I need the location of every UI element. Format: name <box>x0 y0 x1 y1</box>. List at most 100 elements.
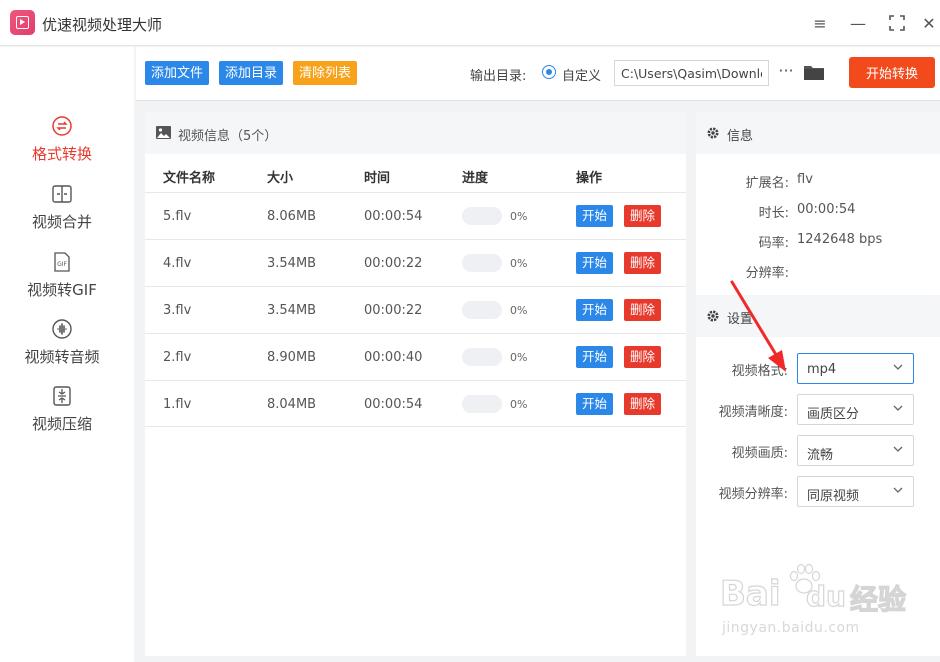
file-duration: 00:00:22 <box>364 303 423 318</box>
file-size: 3.54MB <box>267 303 317 318</box>
row-start-button[interactable]: 开始 <box>576 393 614 415</box>
file-name: 1.flv <box>163 397 192 412</box>
column-header-progress: 进度 <box>462 171 489 186</box>
file-size: 3.54MB <box>267 256 317 271</box>
sidebar-item-video-merge[interactable]: 视频合并 <box>0 183 124 232</box>
progress-bar <box>462 207 502 225</box>
table-row[interactable]: 5.flv 8.06MB 00:00:54 0% 开始 删除 <box>145 192 686 239</box>
video-quality-select[interactable]: 流畅 <box>797 435 914 466</box>
watermark: Bai du 经验 jingyan.baidu.com <box>719 560 930 640</box>
sidebar-item-label: 格式转换 <box>31 145 92 163</box>
table-row[interactable]: 4.flv 3.54MB 00:00:22 0% 开始 删除 <box>145 239 686 286</box>
custom-output-label: 自定义 <box>562 69 602 84</box>
select-value: 画质区分 <box>807 407 860 422</box>
chevron-down-icon <box>893 405 903 411</box>
watermark-brand-du: du <box>805 579 846 613</box>
progress-percent: 0% <box>510 304 528 317</box>
progress-percent: 0% <box>510 351 528 364</box>
watermark-cn: 经验 <box>849 582 907 616</box>
file-duration: 00:00:40 <box>364 350 423 365</box>
watermark-brand: Bai <box>719 573 781 614</box>
video-format-select[interactable]: mp4 <box>797 353 914 384</box>
chevron-down-icon <box>893 487 903 493</box>
duration-label: 时长: <box>758 206 789 221</box>
progress-percent: 0% <box>510 398 528 411</box>
table-divider <box>145 426 686 427</box>
image-icon <box>156 126 171 139</box>
column-header-name: 文件名称 <box>163 171 216 186</box>
video-resolution-select[interactable]: 同原视频 <box>797 476 914 507</box>
chevron-down-icon <box>893 446 903 452</box>
select-value: 同原视频 <box>807 489 860 504</box>
start-convert-button[interactable]: 开始转换 <box>849 57 935 88</box>
file-name: 3.flv <box>163 303 192 318</box>
watermark-url: jingyan.baidu.com <box>722 620 860 636</box>
sidebar-item-video-to-audio[interactable]: 视频转音频 <box>0 318 124 367</box>
add-file-button[interactable]: 添加文件 <box>145 61 210 85</box>
progress-bar <box>462 395 502 413</box>
minimize-icon[interactable]: — <box>847 12 869 34</box>
app-logo-icon <box>10 10 35 35</box>
gif-icon: GIF <box>54 252 70 272</box>
file-name: 5.flv <box>163 209 192 224</box>
row-delete-button[interactable]: 删除 <box>624 205 662 227</box>
sidebar-item-label: 视频转音频 <box>24 348 100 366</box>
folder-icon[interactable] <box>804 64 824 80</box>
file-name: 4.flv <box>163 256 192 271</box>
sidebar-item-video-to-gif[interactable]: GIF 视频转GIF <box>0 251 124 300</box>
video-clarity-label: 视频清晰度: <box>718 405 788 420</box>
column-header-ops: 操作 <box>576 171 603 186</box>
browse-more-button[interactable]: ··· <box>776 61 796 83</box>
row-start-button[interactable]: 开始 <box>576 299 614 321</box>
ext-label: 扩展名: <box>745 176 789 191</box>
file-size: 8.90MB <box>267 350 317 365</box>
column-header-size: 大小 <box>267 171 294 186</box>
row-start-button[interactable]: 开始 <box>576 205 614 227</box>
progress-bar <box>462 254 502 272</box>
app-title: 优速视频处理大师 <box>42 16 163 34</box>
maximize-icon[interactable] <box>886 12 908 34</box>
sidebar-item-format-convert[interactable]: 格式转换 <box>0 115 124 164</box>
file-panel: 视频信息（5个） 文件名称 大小 时间 进度 操作 5.flv 8.06MB 0… <box>145 112 686 656</box>
row-delete-button[interactable]: 删除 <box>624 346 662 368</box>
compress-icon <box>53 386 71 406</box>
output-path-input[interactable] <box>614 60 769 86</box>
table-row[interactable]: 1.flv 8.04MB 00:00:54 0% 开始 删除 <box>145 380 686 427</box>
row-delete-button[interactable]: 删除 <box>624 252 662 274</box>
sidebar-item-video-compress[interactable]: 视频压缩 <box>0 385 124 434</box>
bitrate-value: 1242648 bps <box>797 232 883 247</box>
file-size: 8.04MB <box>267 397 317 412</box>
svg-text:GIF: GIF <box>57 261 67 268</box>
table-row[interactable]: 3.flv 3.54MB 00:00:22 0% 开始 删除 <box>145 286 686 333</box>
file-panel-title: 视频信息（5个） <box>178 129 278 144</box>
close-icon[interactable]: ✕ <box>918 12 940 34</box>
sidebar-item-label: 视频压缩 <box>31 415 92 433</box>
progress-bar <box>462 348 502 366</box>
info-section-title: 信息 <box>727 129 754 144</box>
add-directory-button[interactable]: 添加目录 <box>219 61 284 85</box>
settings-section-title: 设置 <box>727 312 754 327</box>
merge-icon <box>52 185 72 203</box>
row-delete-button[interactable]: 删除 <box>624 393 662 415</box>
progress-bar <box>462 301 502 319</box>
bitrate-label: 码率: <box>758 236 789 251</box>
row-delete-button[interactable]: 删除 <box>624 299 662 321</box>
progress-percent: 0% <box>510 210 528 223</box>
row-start-button[interactable]: 开始 <box>576 252 614 274</box>
row-start-button[interactable]: 开始 <box>576 346 614 368</box>
file-duration: 00:00:22 <box>364 256 423 271</box>
sidebar: 格式转换 视频合并 GIF 视频转GIF 视频转音频 视频压缩 <box>0 47 134 662</box>
chevron-down-icon <box>893 364 903 370</box>
clear-list-button[interactable]: 清除列表 <box>293 61 358 85</box>
table-row[interactable]: 2.flv 8.90MB 00:00:40 0% 开始 删除 <box>145 333 686 380</box>
select-value: 流畅 <box>807 448 834 463</box>
menu-icon[interactable]: ≡ <box>809 12 831 34</box>
settings-section-header: 设置 <box>696 295 940 337</box>
column-header-time: 时间 <box>364 171 391 186</box>
custom-output-radio[interactable] <box>542 65 556 79</box>
output-dir-label: 输出目录: <box>470 69 527 84</box>
file-panel-header: 视频信息（5个） <box>145 112 686 154</box>
video-clarity-select[interactable]: 画质区分 <box>797 394 914 425</box>
audio-icon <box>52 319 72 339</box>
file-name: 2.flv <box>163 350 192 365</box>
